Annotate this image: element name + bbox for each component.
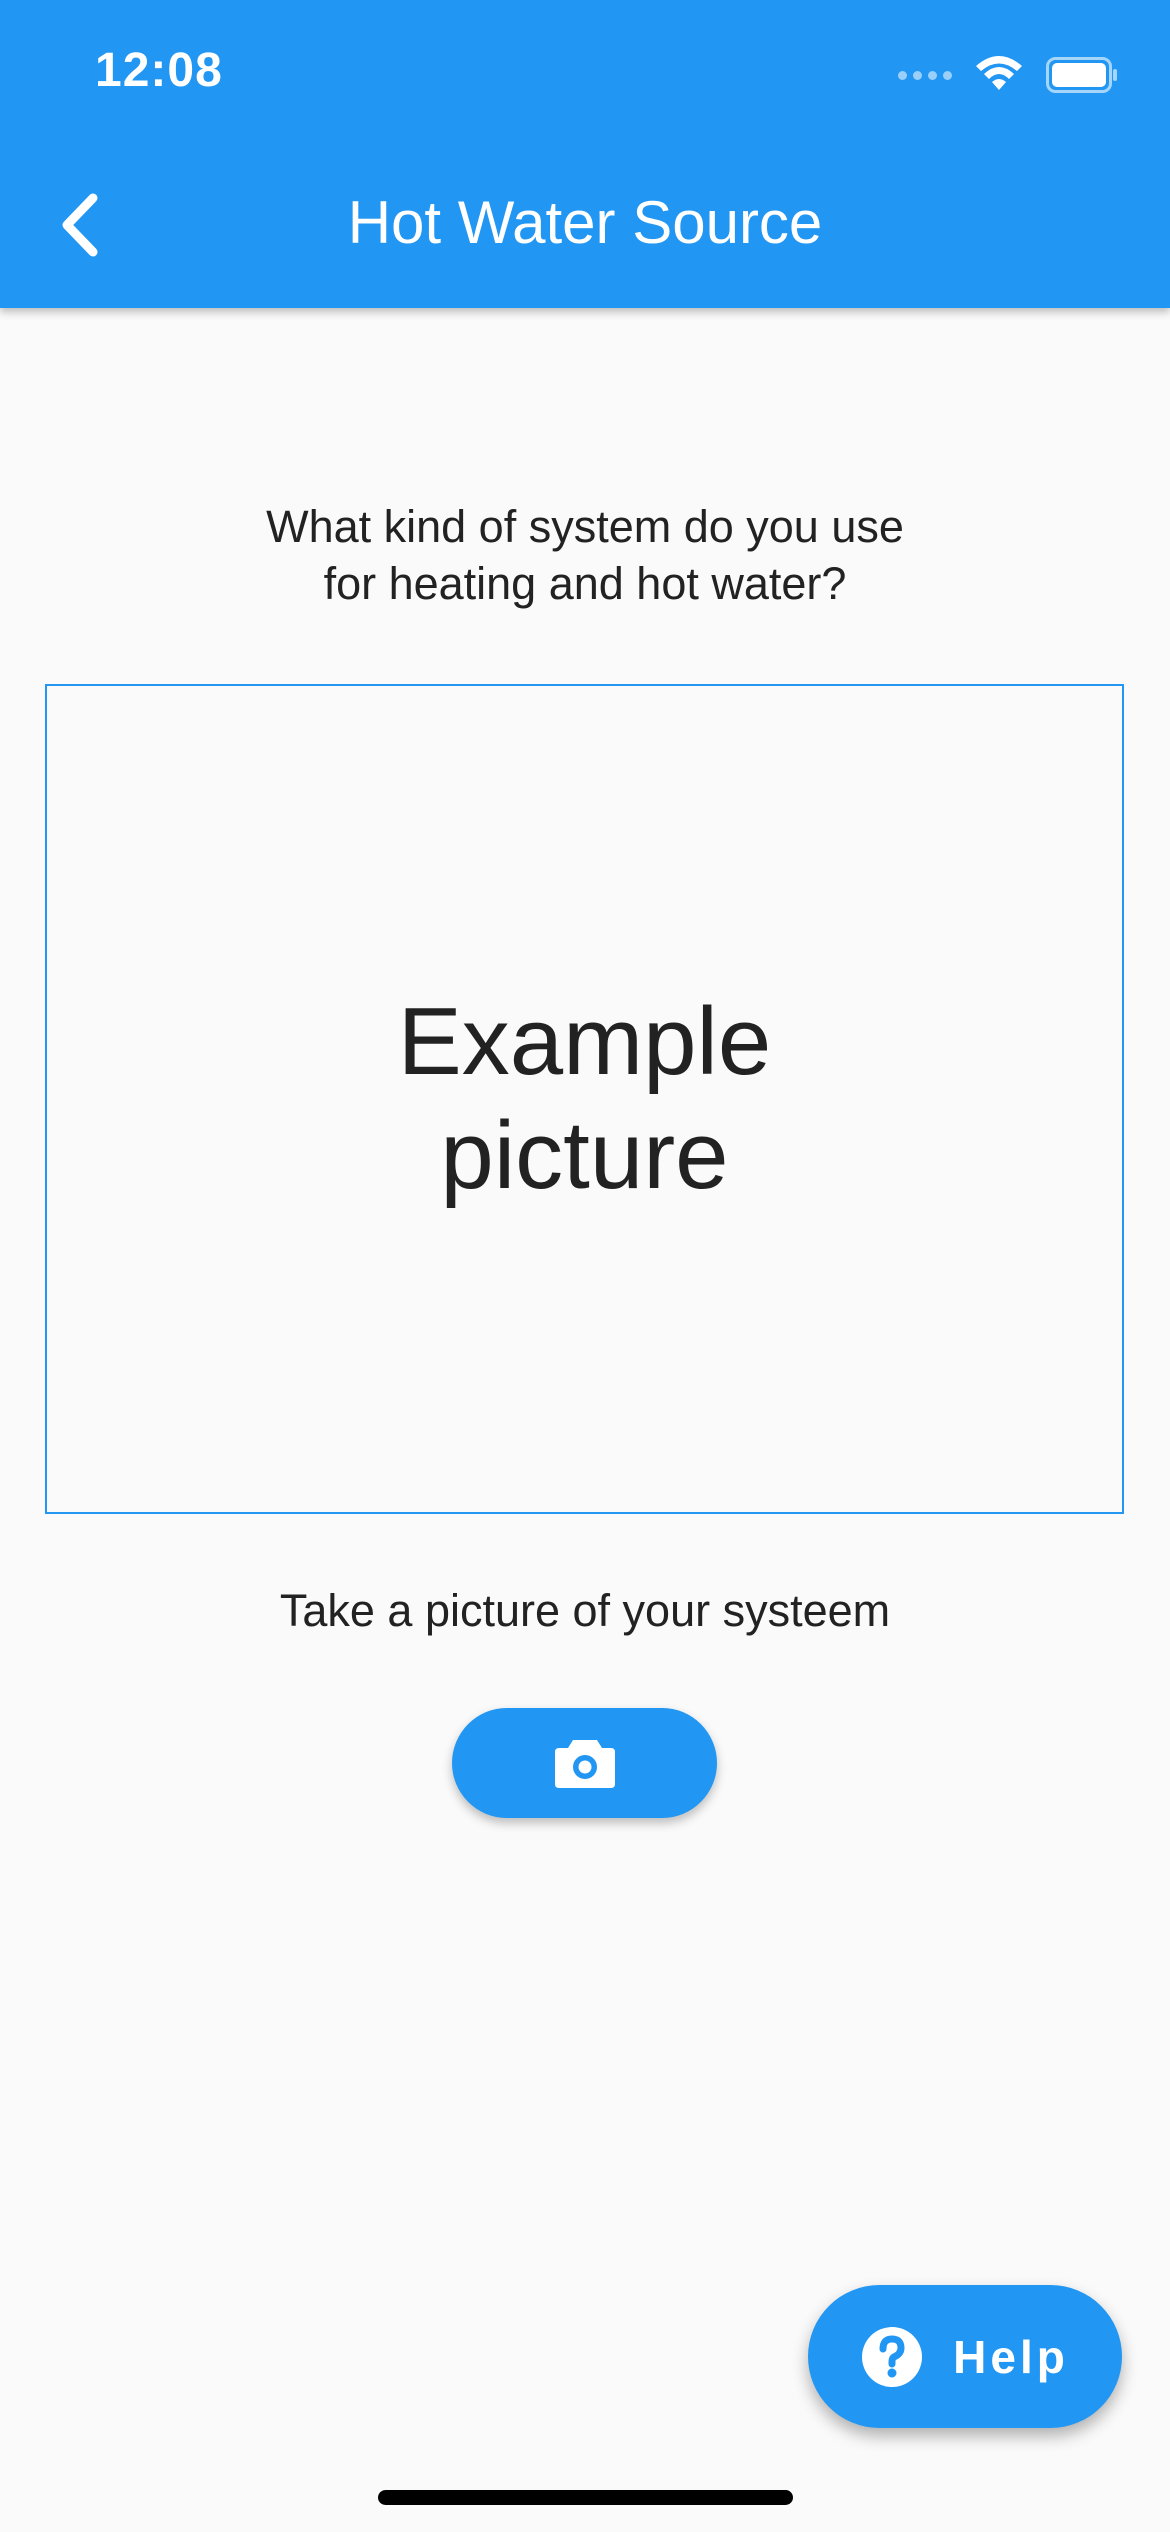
question-text: What kind of system do you use for heati…: [0, 498, 1170, 612]
wifi-icon: [976, 56, 1022, 90]
camera-button[interactable]: [452, 1708, 717, 1818]
camera-icon: [554, 1740, 615, 1788]
example-line-2: picture: [440, 1102, 729, 1209]
app-bar: 12:08 Hot Water Source: [0, 0, 1170, 308]
help-label: Help: [953, 2330, 1069, 2383]
question-line-1: What kind of system do you use: [266, 501, 904, 552]
status-icons: [898, 48, 1118, 102]
battery-icon: [1046, 57, 1117, 93]
take-picture-instruction: Take a picture of your systeem: [279, 1585, 891, 1636]
cellular-signal-icon: [898, 70, 952, 80]
help-button[interactable]: Help: [808, 2285, 1122, 2428]
example-line-1: Example: [397, 988, 772, 1095]
status-time: 12:08: [95, 44, 223, 97]
example-picture-label: Example picture: [398, 985, 772, 1213]
help-circle-icon: [862, 2326, 923, 2387]
home-indicator[interactable]: [378, 2490, 793, 2505]
page-title: Hot Water Source: [347, 189, 823, 256]
question-line-2: for heating and hot water?: [323, 558, 847, 609]
example-picture-box: Example picture: [45, 684, 1124, 1514]
